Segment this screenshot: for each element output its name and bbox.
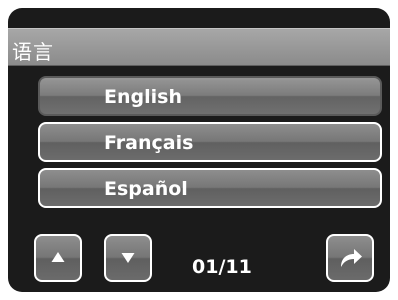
up-arrow-icon xyxy=(51,252,65,262)
exit-button[interactable] xyxy=(326,234,374,282)
language-menu-panel: 语言 English Français Español 01/11 xyxy=(8,8,390,292)
exit-arrow-icon xyxy=(341,249,362,267)
language-option-label: Français xyxy=(104,132,194,154)
camera-screen: 语言 English Français Español 01/11 xyxy=(0,0,398,300)
language-option-label: English xyxy=(104,86,182,108)
language-option-espanol[interactable]: Español xyxy=(38,168,382,208)
scroll-up-button[interactable] xyxy=(34,234,82,282)
language-option-label: Español xyxy=(104,178,188,200)
page-indicator: 01/11 xyxy=(192,256,252,278)
language-option-francais[interactable]: Français xyxy=(38,122,382,162)
scroll-down-button[interactable] xyxy=(104,234,152,282)
down-arrow-icon xyxy=(121,253,135,263)
page-title: 语言 xyxy=(12,40,54,64)
title-bar: 语言 xyxy=(8,28,390,66)
language-option-english[interactable]: English xyxy=(38,76,382,116)
